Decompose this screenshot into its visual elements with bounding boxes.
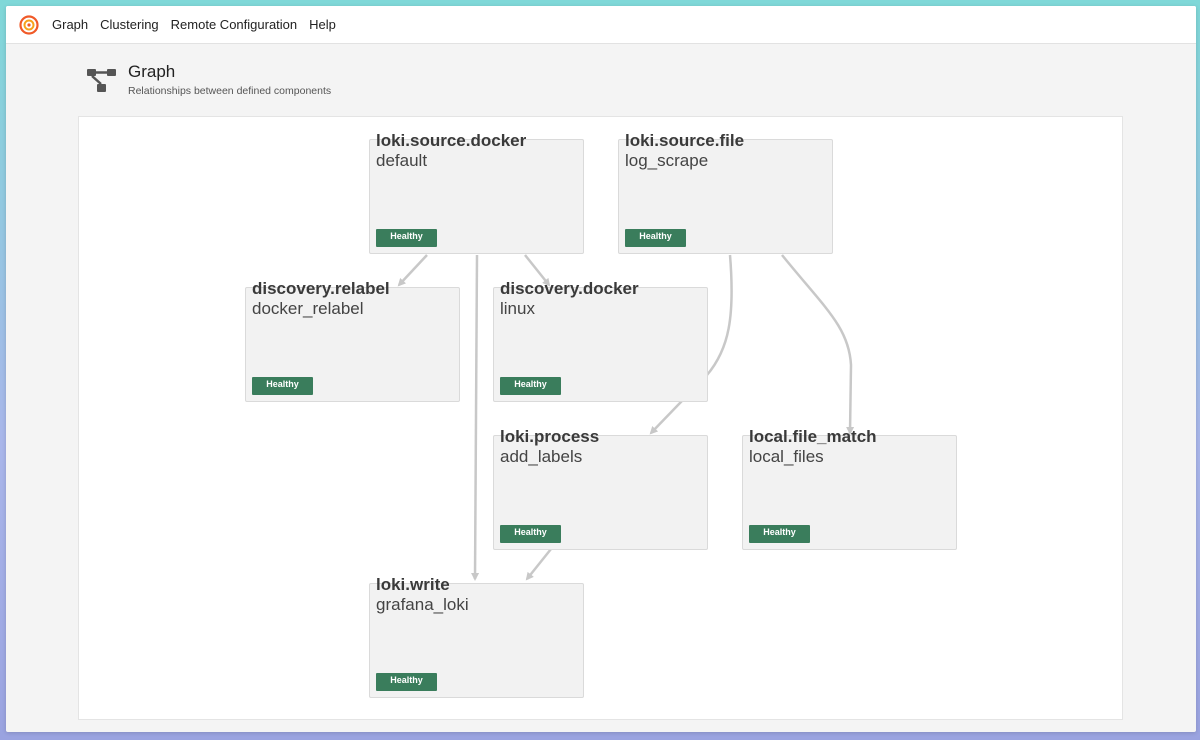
status-badge: Healthy bbox=[376, 673, 437, 691]
status-badge: Healthy bbox=[500, 525, 561, 543]
alloy-logo-icon[interactable] bbox=[18, 14, 40, 36]
nav-graph[interactable]: Graph bbox=[52, 17, 88, 32]
status-badge: Healthy bbox=[376, 229, 437, 247]
page-subtitle: Relationships between defined components bbox=[128, 85, 332, 97]
status-badge: Healthy bbox=[749, 525, 810, 543]
node-type: loki.source.docker bbox=[376, 131, 527, 150]
page-title: Graph bbox=[128, 62, 176, 81]
node-discovery-docker[interactable]: discovery.docker linux Healthy bbox=[493, 279, 708, 402]
node-discovery-relabel[interactable]: discovery.relabel docker_relabel Healthy bbox=[245, 279, 460, 402]
edge-source-docker-to-relabel bbox=[397, 254, 428, 287]
nav-clustering[interactable]: Clustering bbox=[100, 17, 159, 32]
edge-source-file-to-file-match bbox=[781, 254, 855, 435]
node-loki-write[interactable]: loki.write grafana_loki Healthy bbox=[369, 575, 584, 698]
nav-help[interactable]: Help bbox=[309, 17, 336, 32]
node-type: local.file_match bbox=[749, 427, 877, 446]
node-type: loki.write bbox=[376, 575, 450, 594]
node-loki-source-file[interactable]: loki.source.file log_scrape Healthy bbox=[618, 131, 833, 254]
node-type: loki.source.file bbox=[625, 131, 745, 150]
node-name: local_files bbox=[749, 447, 824, 466]
node-loki-source-docker[interactable]: loki.source.docker default Healthy bbox=[369, 131, 584, 254]
status-badge: Healthy bbox=[500, 377, 561, 395]
node-name: docker_relabel bbox=[252, 299, 364, 318]
node-name: grafana_loki bbox=[376, 595, 469, 614]
graph-panel: loki.source.docker default Healthy loki.… bbox=[78, 116, 1123, 720]
node-loki-process[interactable]: loki.process add_labels Healthy bbox=[493, 427, 708, 550]
edge-process-to-write bbox=[525, 548, 552, 581]
page-header-text: Graph Relationships between defined comp… bbox=[128, 62, 331, 97]
node-local-file-match[interactable]: local.file_match local_files Healthy bbox=[742, 427, 957, 550]
node-name: linux bbox=[500, 299, 535, 318]
top-navbar: Graph Clustering Remote Configuration He… bbox=[6, 6, 1196, 44]
status-badge: Healthy bbox=[252, 377, 313, 395]
edge-source-docker-to-write bbox=[471, 254, 480, 581]
status-badge: Healthy bbox=[625, 229, 686, 247]
node-name: default bbox=[376, 151, 428, 170]
app-window: Graph Clustering Remote Configuration He… bbox=[6, 6, 1196, 732]
node-name: log_scrape bbox=[625, 151, 709, 170]
graph-icon bbox=[86, 64, 118, 96]
node-type: discovery.docker bbox=[500, 279, 639, 298]
graph-edges bbox=[397, 254, 855, 581]
node-name: add_labels bbox=[500, 447, 583, 466]
node-type: loki.process bbox=[500, 427, 600, 446]
nav-remote-configuration[interactable]: Remote Configuration bbox=[171, 17, 297, 32]
node-type: discovery.relabel bbox=[252, 279, 390, 298]
page-header: Graph Relationships between defined comp… bbox=[86, 62, 331, 97]
